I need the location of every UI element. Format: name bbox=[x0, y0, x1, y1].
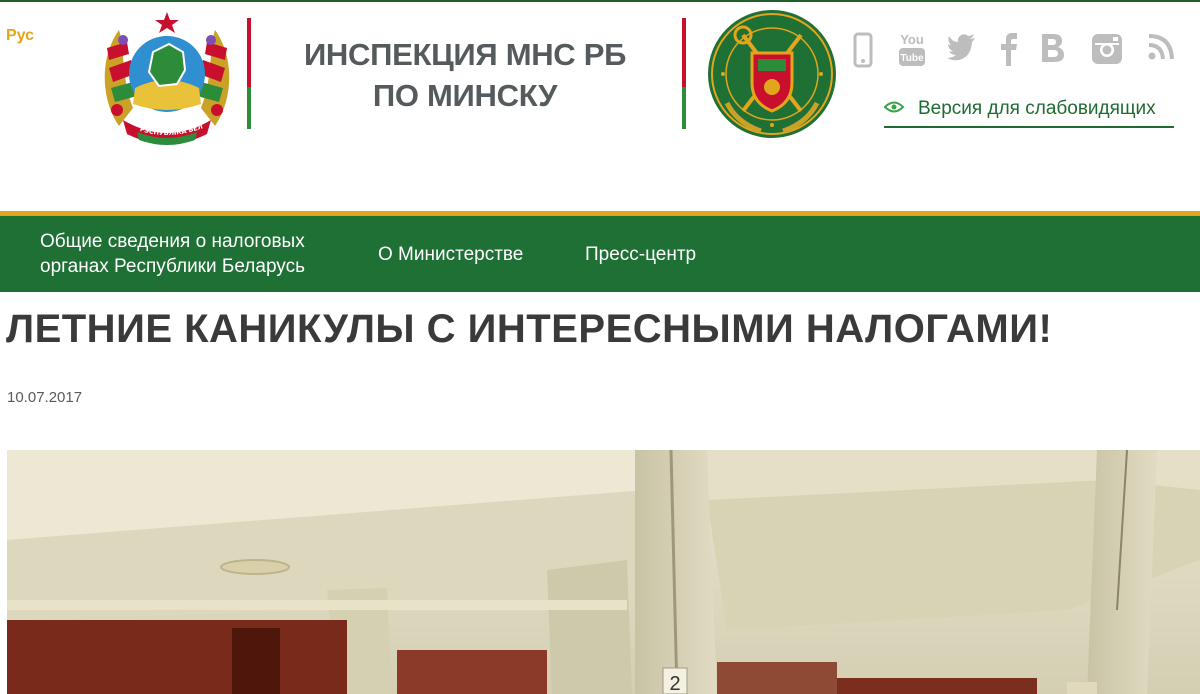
accessibility-link-label: Версия для слабовидящих bbox=[918, 98, 1156, 119]
top-border bbox=[0, 0, 1200, 2]
header-divider-right bbox=[682, 18, 686, 129]
photo-number-label: 2 bbox=[669, 673, 680, 694]
nav-item-ministry[interactable]: О Министерстве bbox=[378, 242, 523, 267]
main-navigation: Общие сведения о налоговых органах Респу… bbox=[0, 216, 1200, 292]
vkontakte-icon[interactable] bbox=[1040, 32, 1066, 68]
youtube-you-text: You bbox=[900, 32, 924, 47]
youtube-tube-text: Tube bbox=[900, 53, 924, 64]
nav-item-press-center[interactable]: Пресс-центр bbox=[585, 242, 696, 267]
facebook-icon[interactable] bbox=[1000, 32, 1018, 68]
site-title[interactable]: ИНСПЕКЦИЯ МНС РБ ПО МИНСКУ bbox=[290, 34, 640, 116]
eye-icon bbox=[883, 100, 905, 119]
state-emblem-logo[interactable]: РЭСПУБЛІКА БЕЛАРУСЬ bbox=[94, 2, 237, 146]
accessibility-version-link[interactable]: Версия для слабовидящих bbox=[883, 96, 1174, 128]
article-date: 10.07.2017 bbox=[7, 389, 83, 406]
youtube-icon[interactable]: You Tube bbox=[898, 30, 926, 66]
twitter-icon[interactable] bbox=[947, 32, 977, 68]
site-title-line-1: ИНСПЕКЦИЯ МНС РБ bbox=[303, 37, 627, 72]
tax-inspectorate-emblem bbox=[703, 7, 841, 141]
article-title: ЛЕТНИЕ КАНИКУЛЫ С ИНТЕРЕСНЫМИ НАЛОГАМИ! bbox=[6, 307, 1053, 351]
article-photo: 2 bbox=[7, 450, 1200, 694]
nav-item-tax-authorities-line-1: Общие сведения о налоговых bbox=[40, 231, 305, 252]
header-divider-left bbox=[247, 18, 251, 129]
instagram-icon[interactable] bbox=[1090, 32, 1124, 68]
site-title-line-2: ПО МИНСКУ bbox=[372, 78, 558, 113]
nav-item-tax-authorities-line-2: органах Республики Беларусь bbox=[40, 256, 305, 277]
mobile-icon[interactable] bbox=[852, 32, 874, 68]
nav-item-tax-authorities[interactable]: Общие сведения о налоговых органах Респу… bbox=[40, 229, 340, 279]
rss-icon[interactable] bbox=[1148, 32, 1176, 68]
language-switcher[interactable]: Рус bbox=[6, 27, 34, 45]
